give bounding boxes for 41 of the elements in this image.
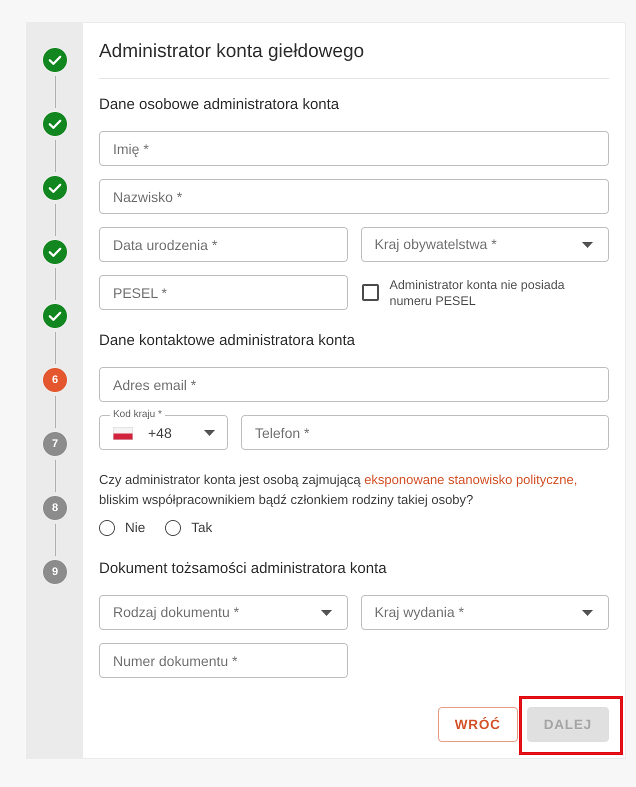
radio-button[interactable] — [99, 520, 115, 536]
form-title: Administrator konta giełdowego — [99, 40, 366, 64]
caret-icon — [204, 430, 215, 436]
radio-button[interactable] — [165, 520, 182, 536]
caret-icon — [320, 610, 332, 616]
text-field[interactable]: Imię * — [99, 131, 609, 166]
checkbox[interactable] — [362, 284, 378, 301]
step-indicator: 9 — [43, 560, 67, 584]
step-connector — [54, 332, 56, 364]
text-field[interactable]: Nazwisko * — [99, 179, 609, 214]
step-connector — [54, 460, 56, 492]
radio-label: Nie — [125, 519, 146, 537]
section-heading: Dane osobowe administratora konta — [99, 95, 340, 115]
text-field[interactable]: Telefon * — [241, 415, 609, 450]
step-indicator: 7 — [43, 432, 67, 456]
text-field[interactable]: PESEL * — [99, 275, 348, 310]
select-field[interactable]: Kraj wydania * — [360, 595, 609, 630]
caret-icon — [582, 610, 593, 616]
checkbox-label: Administrator konta nie posiada numeru PESEL — [390, 276, 566, 308]
select-field[interactable]: Kraj obywatelstwa * — [360, 227, 609, 262]
caret-icon — [582, 242, 593, 248]
step-connector — [54, 140, 56, 172]
step-connector — [54, 396, 56, 428]
policy-link[interactable]: eksponowane stanowisko polityczne, — [364, 472, 578, 487]
step-indicator: 6 — [43, 368, 67, 392]
step-connector — [54, 524, 56, 556]
text-field[interactable]: Adres email * — [99, 367, 609, 402]
section-heading: Dane kontaktowe administratora konta — [99, 331, 356, 351]
step-connector — [54, 76, 56, 108]
step-indicator: 8 — [43, 496, 67, 520]
text-field[interactable]: Data urodzenia * — [99, 227, 348, 262]
text-field[interactable]: Numer dokumentu * — [99, 643, 348, 678]
flag-icon — [113, 426, 133, 440]
radio-label: Tak — [191, 519, 212, 537]
section-heading: Dokument tożsamości administratora konta — [99, 559, 388, 580]
country-code-select[interactable]: Kod kraju * +48 — [99, 409, 228, 450]
step-connector — [54, 268, 56, 300]
select-field[interactable]: Rodzaj dokumentu * — [99, 595, 348, 630]
question-text: Czy administrator konta jest osobą zajmującą eksponowane stanowisko polityczne, bliskim współpracownikiem bądź członkiem rodziny takiej osoby? — [99, 471, 578, 509]
step-connector — [54, 204, 56, 236]
back-button[interactable]: WRÓĆ — [438, 707, 518, 742]
